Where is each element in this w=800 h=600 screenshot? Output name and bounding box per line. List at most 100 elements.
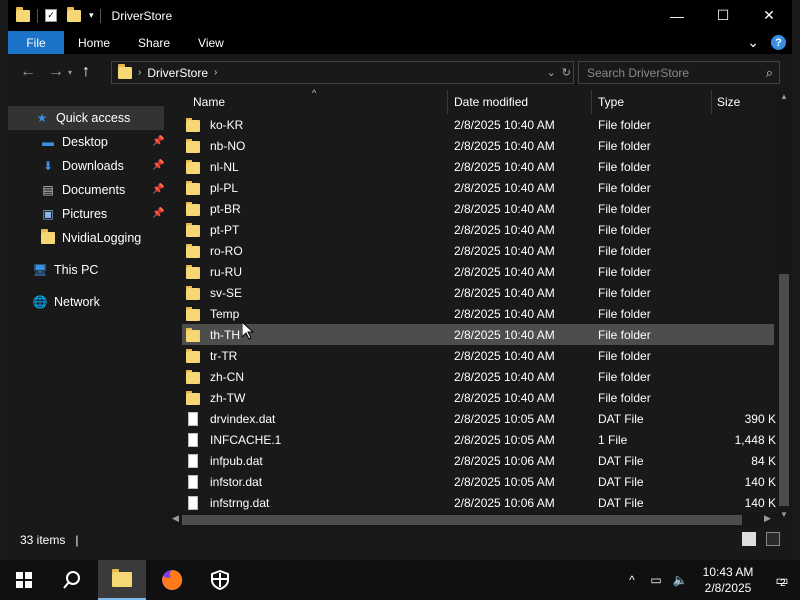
scroll-right-icon[interactable]: ▶	[764, 513, 771, 524]
folder-icon	[186, 264, 200, 279]
file-name: infstrng.dat	[186, 492, 269, 513]
date-modified-text: 2/8/2025 10:40 AM	[454, 390, 555, 405]
date-modified-text: 2/8/2025 10:40 AM	[454, 180, 555, 195]
help-icon[interactable]: ?	[771, 35, 786, 50]
table-row[interactable]: zh-CN 2/8/2025 10:40 AM File folder	[182, 366, 774, 387]
table-row[interactable]: infstrng.dat 2/8/2025 10:06 AM DAT File 140…	[182, 492, 784, 513]
folder-icon	[186, 243, 200, 258]
security-taskbar-button[interactable]	[196, 560, 244, 600]
file-name-text: tr-TR	[210, 348, 238, 363]
address-bar[interactable]: › DriverStore › ⌄ ↻	[111, 61, 574, 84]
file-explorer-taskbar-button[interactable]	[98, 560, 146, 600]
breadcrumb-separator-icon[interactable]: ›	[138, 67, 141, 78]
expand-ribbon-icon[interactable]: ⌄	[747, 34, 759, 51]
up-button[interactable]: ↑	[72, 58, 100, 86]
table-row[interactable]: th-TH 2/8/2025 10:40 AM File folder	[182, 324, 774, 345]
table-row[interactable]: ro-RO 2/8/2025 10:40 AM File folder	[182, 240, 774, 261]
file-type-text: File folder	[598, 243, 651, 258]
file-size: 140 KB	[702, 471, 784, 492]
breadcrumb-driverstore[interactable]: DriverStore	[147, 66, 208, 80]
scroll-up-icon[interactable]: ▲	[776, 92, 792, 101]
file-name-text: nl-NL	[210, 159, 239, 174]
table-row[interactable]: nl-NL 2/8/2025 10:40 AM File folder	[182, 156, 774, 177]
customize-toolbar-icon[interactable]: ▾	[89, 10, 94, 21]
maximize-button[interactable]: ☐	[700, 0, 746, 31]
star-icon: ★	[36, 111, 48, 125]
horizontal-scrollbar[interactable]: ◀ ▶	[168, 512, 776, 528]
status-bar: 33 items |	[8, 528, 792, 552]
details-view-button[interactable]	[742, 532, 756, 546]
table-row[interactable]: Temp 2/8/2025 10:40 AM File folder	[182, 303, 774, 324]
file-name: INFCACHE.1	[186, 429, 281, 450]
table-row[interactable]: sv-SE 2/8/2025 10:40 AM File folder	[182, 282, 774, 303]
show-hidden-icons-icon[interactable]: ^	[620, 573, 644, 587]
address-actions: ⌄ ↻	[547, 64, 571, 81]
file-name: Temp	[186, 303, 239, 324]
network-status-icon[interactable]: ▭	[644, 573, 668, 587]
file-name-text: pt-BR	[210, 201, 241, 216]
close-button[interactable]: ✕	[746, 0, 792, 31]
firefox-taskbar-button[interactable]	[148, 560, 196, 600]
tab-share[interactable]: Share	[124, 31, 184, 54]
nav-label: Quick access	[56, 111, 131, 125]
table-row[interactable]: tr-TR 2/8/2025 10:40 AM File folder	[182, 345, 774, 366]
file-size: 84 KB	[702, 450, 784, 471]
file-type: File folder	[598, 387, 651, 408]
horizontal-scroll-thumb[interactable]	[182, 515, 742, 525]
nav-network[interactable]: 🌐 Network	[8, 290, 100, 314]
search-button[interactable]	[48, 560, 96, 600]
refresh-icon[interactable]: ↻	[562, 66, 571, 79]
table-row[interactable]: infpub.dat 2/8/2025 10:06 AM DAT File 84 KB	[182, 450, 784, 471]
tab-view[interactable]: View	[184, 31, 238, 54]
nav-this-pc[interactable]: 🖥 This PC	[8, 258, 98, 282]
nav-documents[interactable]: ▤ Documents	[8, 178, 125, 202]
table-row[interactable]: zh-TW 2/8/2025 10:40 AM File folder	[182, 387, 774, 408]
vertical-scrollbar[interactable]: ▲ ▼	[776, 90, 792, 522]
file-size	[702, 219, 784, 240]
forward-button[interactable]: →	[42, 58, 70, 86]
file-list: ^ Name Date modified Type Size ko-KR 2/8/…	[168, 88, 792, 522]
notification-center-button[interactable]: ▭ 2	[764, 572, 800, 589]
file-size	[702, 177, 784, 198]
start-button[interactable]	[0, 560, 48, 600]
table-row[interactable]: INFCACHE.1 2/8/2025 10:05 AM 1 File 1,448 K…	[182, 429, 784, 450]
scroll-left-icon[interactable]: ◀	[172, 513, 179, 524]
table-row[interactable]: pt-PT 2/8/2025 10:40 AM File folder	[182, 219, 774, 240]
file-size: 140 KB	[702, 492, 784, 513]
nav-nvidialogging[interactable]: NvidiaLogging	[8, 226, 141, 250]
tab-file[interactable]: File	[8, 31, 64, 54]
back-button[interactable]: ←	[14, 58, 42, 86]
column-date-modified[interactable]: Date modified	[445, 90, 591, 114]
file-type-text: File folder	[598, 369, 651, 384]
nav-pictures[interactable]: ▣ Pictures	[8, 202, 107, 226]
scroll-down-icon[interactable]: ▼	[776, 510, 792, 519]
volume-muted-icon[interactable]: 🔈	[668, 573, 692, 587]
search-icon[interactable]: ⌕	[766, 65, 773, 81]
breadcrumb-separator-icon[interactable]: ›	[214, 67, 217, 78]
table-row[interactable]: nb-NO 2/8/2025 10:40 AM File folder	[182, 135, 774, 156]
new-folder-icon[interactable]	[67, 6, 81, 22]
date-modified-text: 2/8/2025 10:06 AM	[454, 495, 555, 510]
file-size	[702, 387, 784, 408]
search-input[interactable]: Search DriverStore ⌕	[578, 61, 780, 84]
tab-home[interactable]: Home	[64, 31, 124, 54]
navigation-pane: ★ Quick access ▬ Desktop 📌 ⬇ Downloads 📌…	[8, 90, 168, 522]
table-row[interactable]: infstor.dat 2/8/2025 10:05 AM DAT File 140 …	[182, 471, 784, 492]
address-history-icon[interactable]: ⌄	[547, 66, 556, 79]
properties-icon[interactable]: ✓	[45, 9, 57, 22]
table-row[interactable]: ru-RU 2/8/2025 10:40 AM File folder	[182, 261, 774, 282]
table-row[interactable]: pt-BR 2/8/2025 10:40 AM File folder	[182, 198, 774, 219]
table-row[interactable]: pl-PL 2/8/2025 10:40 AM File folder	[182, 177, 774, 198]
column-type[interactable]: Type	[589, 90, 707, 114]
column-name[interactable]: Name	[184, 90, 448, 114]
file-type: 1 File	[598, 429, 627, 450]
nav-downloads[interactable]: ⬇ Downloads	[8, 154, 124, 178]
vertical-scroll-thumb[interactable]	[779, 274, 789, 506]
table-row[interactable]: ko-KR 2/8/2025 10:40 AM File folder	[182, 114, 774, 135]
minimize-button[interactable]: —	[654, 0, 700, 31]
large-icons-view-button[interactable]	[766, 532, 780, 546]
clock[interactable]: 10:43 AM 2/8/2025	[698, 564, 758, 596]
nav-quick-access[interactable]: ★ Quick access	[8, 106, 164, 130]
table-row[interactable]: drvindex.dat 2/8/2025 10:05 AM DAT File 390…	[182, 408, 784, 429]
nav-desktop[interactable]: ▬ Desktop	[8, 130, 108, 154]
